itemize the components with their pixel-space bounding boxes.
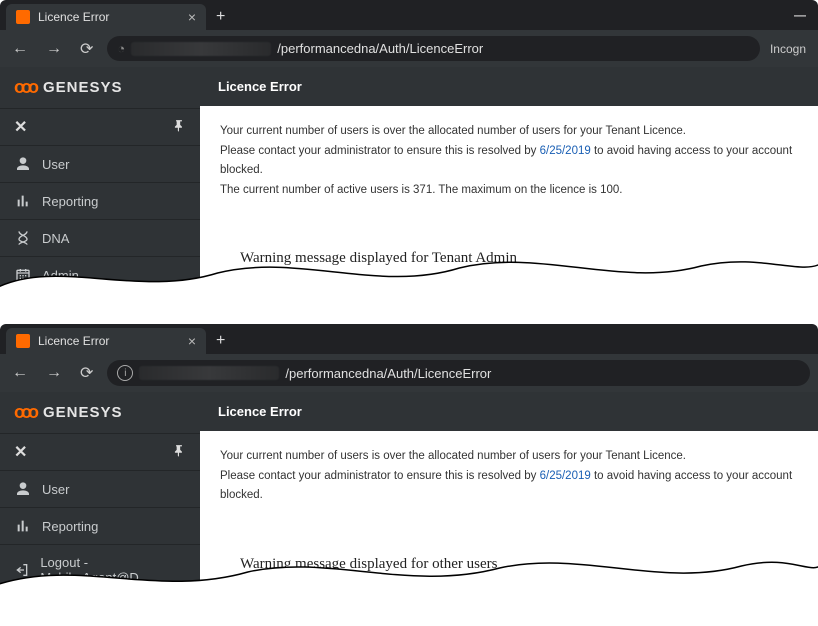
sidebar-pin-icon[interactable] [172, 444, 186, 461]
sidebar-item-label: User [42, 482, 69, 497]
sidebar-item-label: User [42, 157, 69, 172]
barchart-icon [14, 193, 32, 209]
user-icon [14, 156, 32, 172]
page-heading: Licence Error [200, 392, 818, 431]
sidebar-close-button[interactable]: ✕ [14, 117, 27, 137]
screenshot-user: Licence Error × + ← → ⟳ i /performancedn… [0, 324, 818, 596]
sidebar: ooo GENESYS ✕ User Reporting [0, 67, 200, 294]
browser-addressbar: ← → ⟳ ◔ /performancedna/Auth/LicenceErro… [0, 30, 818, 67]
sidebar-item-logout[interactable]: Logout - Mobile.Agent@D... [0, 545, 200, 596]
sidebar-item-admin[interactable]: Admin [0, 257, 200, 294]
brand-logo-icon: ooo [14, 402, 35, 423]
url-path: /performancedna/Auth/LicenceError [277, 41, 483, 56]
site-info-icon[interactable]: i [117, 365, 133, 381]
favicon-icon [16, 10, 30, 24]
barchart-icon [14, 518, 32, 534]
content-area: Licence Error Your current number of use… [200, 67, 818, 294]
tab-title: Licence Error [38, 334, 109, 348]
forward-button[interactable]: → [42, 40, 66, 58]
annotation-caption-user: Warning message displayed for other user… [200, 532, 818, 583]
sidebar-item-label: Logout - Mobile.Agent@D... [40, 555, 186, 585]
sidebar-item-user[interactable]: User [0, 146, 200, 183]
browser-tabbar: Licence Error × + [0, 324, 818, 354]
browser-addressbar: ← → ⟳ i /performancedna/Auth/LicenceErro… [0, 354, 818, 392]
licence-message: Your current number of users is over the… [200, 106, 818, 226]
sidebar-item-dna[interactable]: DNA [0, 220, 200, 257]
msg-line-2-prefix: Please contact your administrator to ens… [220, 145, 540, 157]
sidebar-pin-icon[interactable] [172, 119, 186, 136]
sidebar-close-button[interactable]: ✕ [14, 442, 27, 462]
browser-tab[interactable]: Licence Error × [6, 4, 206, 30]
url-blurred-host [139, 366, 279, 380]
logout-icon [14, 562, 30, 578]
sidebar: ooo GENESYS ✕ User Reporting [0, 392, 200, 596]
user-icon [14, 481, 32, 497]
sidebar-item-label: Reporting [42, 519, 98, 534]
sidebar-item-reporting[interactable]: Reporting [0, 508, 200, 545]
brand: ooo GENESYS [0, 67, 200, 108]
window-minimize-icon[interactable]: — [794, 8, 806, 22]
sidebar-item-user[interactable]: User [0, 471, 200, 508]
sidebar-item-label: DNA [42, 231, 69, 246]
msg-line-3: The current number of active users is 37… [220, 181, 798, 201]
favicon-icon [16, 334, 30, 348]
back-button[interactable]: ← [8, 40, 32, 58]
sidebar-controls: ✕ [0, 108, 200, 146]
msg-line-1: Your current number of users is over the… [220, 122, 798, 142]
screenshot-admin: Licence Error × + — ← → ⟳ ◔ /performance… [0, 0, 818, 294]
licence-message: Your current number of users is over the… [200, 431, 818, 532]
brand-text: GENESYS [43, 79, 123, 96]
sidebar-controls: ✕ [0, 433, 200, 471]
calendar-icon [14, 267, 32, 283]
forward-button[interactable]: → [42, 364, 66, 382]
sidebar-item-label: Admin [42, 268, 79, 283]
brand-logo-icon: ooo [14, 77, 35, 98]
brand-text: GENESYS [43, 404, 123, 421]
sidebar-item-reporting[interactable]: Reporting [0, 183, 200, 220]
url-blurred-host [131, 42, 271, 56]
app-frame: ooo GENESYS ✕ User Reporting [0, 392, 818, 596]
incognito-label: Incogn [770, 42, 810, 56]
content-area: Licence Error Your current number of use… [200, 392, 818, 596]
brand: ooo GENESYS [0, 392, 200, 433]
tab-close-icon[interactable]: × [188, 334, 196, 348]
browser-tab[interactable]: Licence Error × [6, 328, 206, 354]
site-security-icon: ◔ [117, 41, 125, 56]
sidebar-item-label: Reporting [42, 194, 98, 209]
annotation-caption-admin: Warning message displayed for Tenant Adm… [200, 226, 818, 277]
app-frame: ooo GENESYS ✕ User Reporting [0, 67, 818, 294]
browser-tabbar: Licence Error × + — [0, 0, 818, 30]
msg-line-1: Your current number of users is over the… [220, 447, 798, 467]
page-heading: Licence Error [200, 67, 818, 106]
reload-button[interactable]: ⟳ [76, 363, 97, 383]
url-path: /performancedna/Auth/LicenceError [285, 366, 491, 381]
msg-line-2: Please contact your administrator to ens… [220, 142, 798, 181]
tab-title: Licence Error [38, 10, 109, 24]
resolve-date-link[interactable]: 6/25/2019 [540, 470, 591, 482]
dna-icon [14, 230, 32, 246]
msg-line-2-prefix: Please contact your administrator to ens… [220, 470, 540, 482]
new-tab-button[interactable]: + [206, 328, 235, 354]
new-tab-button[interactable]: + [206, 4, 235, 30]
back-button[interactable]: ← [8, 364, 32, 382]
url-field[interactable]: i /performancedna/Auth/LicenceError [107, 360, 810, 386]
reload-button[interactable]: ⟳ [76, 39, 97, 59]
tab-close-icon[interactable]: × [188, 10, 196, 24]
msg-line-2: Please contact your administrator to ens… [220, 467, 798, 506]
url-field[interactable]: ◔ /performancedna/Auth/LicenceError [107, 36, 760, 61]
resolve-date-link[interactable]: 6/25/2019 [540, 145, 591, 157]
